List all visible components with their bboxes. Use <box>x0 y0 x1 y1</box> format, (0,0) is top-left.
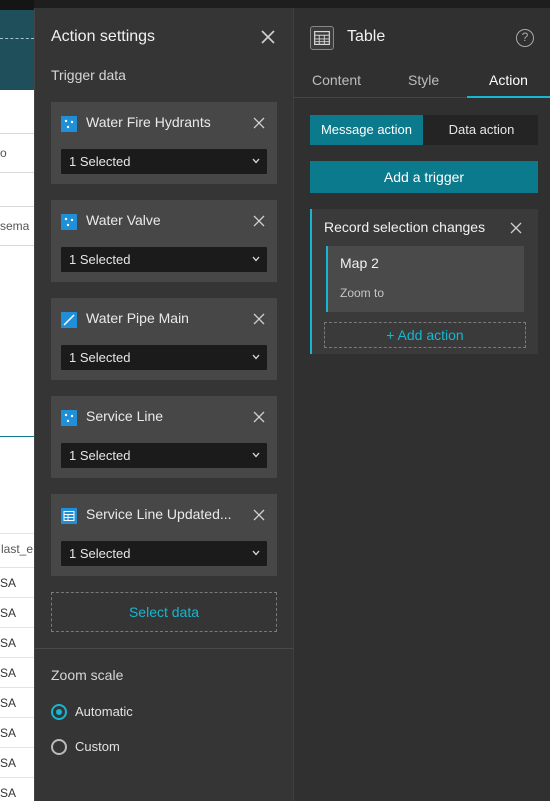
add-trigger-button[interactable]: Add a trigger <box>310 161 538 193</box>
data-source-name: Water Valve <box>86 212 161 228</box>
selection-dropdown[interactable]: 1 Selected <box>61 345 267 370</box>
chevron-down-icon <box>252 354 260 360</box>
background-cell: SA <box>0 747 34 777</box>
add-action-button[interactable]: + Add action <box>324 322 526 348</box>
chevron-down-icon <box>252 256 260 262</box>
close-icon[interactable] <box>259 28 277 46</box>
remove-icon[interactable] <box>253 313 265 325</box>
background-cell: SA <box>0 627 34 657</box>
selection-value: 1 Selected <box>69 252 131 267</box>
tab-content[interactable]: Content <box>312 72 361 88</box>
zoom-scale-label: Zoom scale <box>51 667 124 683</box>
action-settings-panel: Action settings Trigger data Water Fire … <box>34 8 294 801</box>
close-icon[interactable] <box>510 222 522 234</box>
background-dashed-line <box>0 38 34 39</box>
background-cell: SA <box>0 567 34 597</box>
data-source-name: Service Line Updated... <box>86 506 232 522</box>
trigger-card: Record selection changes Map 2 Zoom to +… <box>310 209 538 354</box>
data-action-button[interactable]: Data action <box>425 115 538 145</box>
tab-action[interactable]: Action <box>489 72 528 88</box>
tab-style[interactable]: Style <box>408 72 439 88</box>
chevron-down-icon <box>252 452 260 458</box>
data-source-card: Service Line Updated... 1 Selected <box>51 494 277 576</box>
remove-icon[interactable] <box>253 411 265 423</box>
background-cell: SA <box>0 687 34 717</box>
remove-icon[interactable] <box>253 509 265 521</box>
background-cell: SA <box>0 777 34 801</box>
action-type-switch: Message action Data action <box>310 115 538 145</box>
action-target: Map 2 <box>340 255 379 271</box>
selection-value: 1 Selected <box>69 154 131 169</box>
background-accent-line <box>0 436 34 437</box>
background-field: o <box>0 133 34 173</box>
data-source-name: Service Line <box>86 408 164 424</box>
action-type: Zoom to <box>340 286 385 300</box>
background-cell: SA <box>0 597 34 627</box>
selection-value: 1 Selected <box>69 546 131 561</box>
background-field: sema <box>0 206 34 246</box>
selection-dropdown[interactable]: 1 Selected <box>61 443 267 468</box>
chevron-down-icon <box>252 550 260 556</box>
point-layer-icon <box>61 116 77 132</box>
point-layer-icon <box>61 214 77 230</box>
radio-automatic[interactable] <box>51 704 67 720</box>
background-header <box>0 10 34 90</box>
remove-icon[interactable] <box>253 117 265 129</box>
tab-bar: Content Style Action <box>294 68 550 98</box>
data-source-card: Water Fire Hydrants 1 Selected <box>51 102 277 184</box>
data-source-card: Water Pipe Main 1 Selected <box>51 298 277 380</box>
line-layer-icon <box>61 312 77 328</box>
data-source-name: Water Pipe Main <box>86 310 189 326</box>
data-source-name: Water Fire Hydrants <box>86 114 211 130</box>
background-topbar <box>0 0 34 10</box>
widget-title: Table <box>347 28 386 45</box>
trigger-data-label: Trigger data <box>51 67 126 83</box>
select-data-button[interactable]: Select data <box>51 592 277 632</box>
panel-title: Action settings <box>51 28 156 45</box>
trigger-title: Record selection changes <box>324 219 486 235</box>
data-source-card: Water Valve 1 Selected <box>51 200 277 282</box>
action-card[interactable]: Map 2 Zoom to <box>326 246 524 312</box>
table-layer-icon <box>61 508 77 524</box>
point-layer-icon <box>61 410 77 426</box>
selection-value: 1 Selected <box>69 448 131 463</box>
radio-custom[interactable] <box>51 739 67 755</box>
selection-dropdown[interactable]: 1 Selected <box>61 541 267 566</box>
selection-value: 1 Selected <box>69 350 131 365</box>
divider <box>35 648 294 649</box>
selection-dropdown[interactable]: 1 Selected <box>61 149 267 174</box>
app-root: o sema last_e SA SA SA SA SA SA SA SA Ac… <box>0 0 550 801</box>
message-action-button[interactable]: Message action <box>310 115 423 145</box>
table-icon <box>310 26 334 50</box>
selection-dropdown[interactable]: 1 Selected <box>61 247 267 272</box>
background-app: o sema last_e SA SA SA SA SA SA SA SA <box>0 0 34 801</box>
widget-settings-panel: Table ? Content Style Action Message act… <box>293 8 550 801</box>
radio-automatic-label[interactable]: Automatic <box>75 704 133 719</box>
remove-icon[interactable] <box>253 215 265 227</box>
help-icon[interactable]: ? <box>516 29 534 47</box>
top-strip <box>34 0 550 8</box>
background-cell: SA <box>0 717 34 747</box>
chevron-down-icon <box>252 158 260 164</box>
background-cell: SA <box>0 657 34 687</box>
radio-custom-label[interactable]: Custom <box>75 739 120 754</box>
active-tab-indicator <box>467 96 550 98</box>
background-column-header: last_e <box>0 533 34 563</box>
data-source-card: Service Line 1 Selected <box>51 396 277 478</box>
